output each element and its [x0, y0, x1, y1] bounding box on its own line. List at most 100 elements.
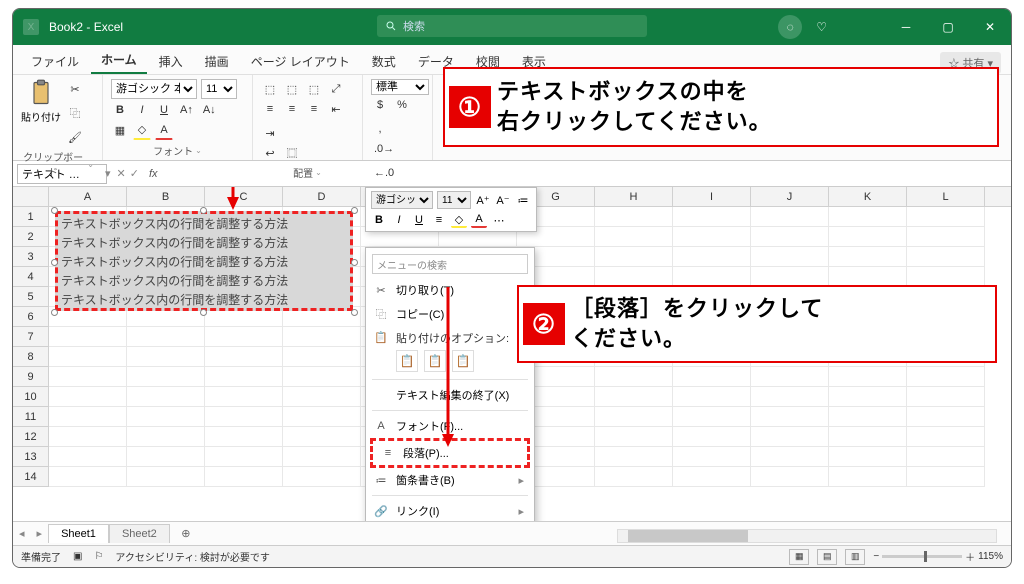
- mini-aminus[interactable]: A⁻: [495, 192, 511, 208]
- paste-opt-1[interactable]: 📋: [396, 350, 418, 372]
- tab-pagelayout[interactable]: ページ レイアウト: [241, 47, 360, 74]
- cell[interactable]: [907, 407, 985, 427]
- tab-draw[interactable]: 描画: [195, 47, 239, 74]
- cell[interactable]: [907, 247, 985, 267]
- mini-bold[interactable]: B: [371, 212, 387, 228]
- cell[interactable]: [595, 387, 673, 407]
- cell[interactable]: [49, 327, 127, 347]
- cell[interactable]: [595, 367, 673, 387]
- cell[interactable]: [283, 447, 361, 467]
- cell[interactable]: [907, 207, 985, 227]
- font-size-increase[interactable]: A↑: [177, 100, 196, 120]
- cell[interactable]: [127, 327, 205, 347]
- row-header[interactable]: 7: [13, 327, 49, 347]
- cell[interactable]: [907, 227, 985, 247]
- cell[interactable]: [127, 467, 205, 487]
- font-color-button[interactable]: A: [155, 120, 173, 140]
- cell[interactable]: [907, 447, 985, 467]
- number-format-select[interactable]: 標準: [371, 79, 429, 95]
- cell[interactable]: [595, 247, 673, 267]
- cell[interactable]: [127, 367, 205, 387]
- cell[interactable]: [127, 447, 205, 467]
- cell[interactable]: [127, 407, 205, 427]
- row-header[interactable]: 2: [13, 227, 49, 247]
- merge[interactable]: ⿴: [283, 143, 301, 163]
- resize-handle[interactable]: [51, 259, 58, 266]
- cell[interactable]: [751, 427, 829, 447]
- cell[interactable]: [283, 427, 361, 447]
- cell[interactable]: [283, 387, 361, 407]
- cell[interactable]: [829, 467, 907, 487]
- cell[interactable]: [283, 327, 361, 347]
- cell[interactable]: [127, 387, 205, 407]
- select-all-corner[interactable]: [13, 187, 49, 206]
- comma[interactable]: ,: [371, 119, 389, 139]
- mini-font-family[interactable]: 游ゴシック: [371, 191, 433, 209]
- cell[interactable]: [673, 407, 751, 427]
- view-pagelayout[interactable]: ▤: [817, 549, 837, 565]
- row-header[interactable]: 6: [13, 307, 49, 327]
- dec-inc[interactable]: .0→: [371, 139, 397, 159]
- cell[interactable]: [751, 387, 829, 407]
- cell[interactable]: [673, 267, 751, 287]
- cut-icon[interactable]: ✂: [65, 79, 85, 99]
- indent-inc[interactable]: ⇥: [261, 123, 279, 143]
- italic-button[interactable]: I: [133, 100, 151, 120]
- cell[interactable]: [595, 427, 673, 447]
- mini-underline[interactable]: U: [411, 212, 427, 228]
- tab-file[interactable]: ファイル: [21, 47, 89, 74]
- border-button[interactable]: ▦: [111, 120, 129, 140]
- cell[interactable]: [205, 427, 283, 447]
- resize-handle[interactable]: [51, 309, 58, 316]
- row-header[interactable]: 13: [13, 447, 49, 467]
- cell[interactable]: [49, 407, 127, 427]
- cell[interactable]: [829, 367, 907, 387]
- cell[interactable]: [673, 227, 751, 247]
- column-header[interactable]: C: [205, 187, 283, 206]
- minimize-button[interactable]: ─: [885, 9, 927, 45]
- align-middle[interactable]: ⬚: [283, 79, 301, 99]
- underline-button[interactable]: U: [155, 100, 173, 120]
- paste-button[interactable]: 貼り付け: [21, 79, 61, 147]
- cell[interactable]: [595, 467, 673, 487]
- cell[interactable]: [205, 447, 283, 467]
- align-top[interactable]: ⬚: [261, 79, 279, 99]
- cell[interactable]: [205, 467, 283, 487]
- align-right[interactable]: ≡: [305, 99, 323, 119]
- row-header[interactable]: 5: [13, 287, 49, 307]
- cell[interactable]: [673, 387, 751, 407]
- percent[interactable]: %: [393, 95, 411, 115]
- cell[interactable]: [673, 467, 751, 487]
- cell[interactable]: [205, 367, 283, 387]
- cell[interactable]: [49, 427, 127, 447]
- align-left[interactable]: ≡: [261, 99, 279, 119]
- fill-color-button[interactable]: ◇: [133, 120, 151, 140]
- user-avatar[interactable]: ◌: [778, 15, 802, 39]
- currency[interactable]: $: [371, 95, 389, 115]
- resize-handle[interactable]: [200, 309, 207, 316]
- cell[interactable]: [595, 267, 673, 287]
- row-header[interactable]: 14: [13, 467, 49, 487]
- close-button[interactable]: ✕: [969, 9, 1011, 45]
- mini-align[interactable]: ≡: [431, 212, 447, 228]
- cell[interactable]: [829, 407, 907, 427]
- cancel-icon[interactable]: ✕: [117, 167, 126, 180]
- cell[interactable]: [205, 407, 283, 427]
- fx-icon[interactable]: fx: [149, 168, 158, 180]
- cell[interactable]: [751, 247, 829, 267]
- ctx-link[interactable]: 🔗リンク(I)▸: [366, 499, 534, 521]
- cell[interactable]: [205, 347, 283, 367]
- cell[interactable]: [283, 367, 361, 387]
- align-bottom[interactable]: ⬚: [305, 79, 323, 99]
- lightbulb-icon[interactable]: ♡: [816, 20, 827, 34]
- sheet-tab-2[interactable]: Sheet2: [109, 524, 170, 543]
- cell[interactable]: [127, 427, 205, 447]
- resize-handle[interactable]: [351, 207, 358, 214]
- column-header[interactable]: B: [127, 187, 205, 206]
- row-header[interactable]: 4: [13, 267, 49, 287]
- cell[interactable]: [127, 347, 205, 367]
- cell[interactable]: [907, 267, 985, 287]
- row-header[interactable]: 3: [13, 247, 49, 267]
- textbox-shape[interactable]: テキストボックス内の行間を調整する方法テキストボックス内の行間を調整する方法テキ…: [55, 211, 353, 311]
- cell[interactable]: [751, 367, 829, 387]
